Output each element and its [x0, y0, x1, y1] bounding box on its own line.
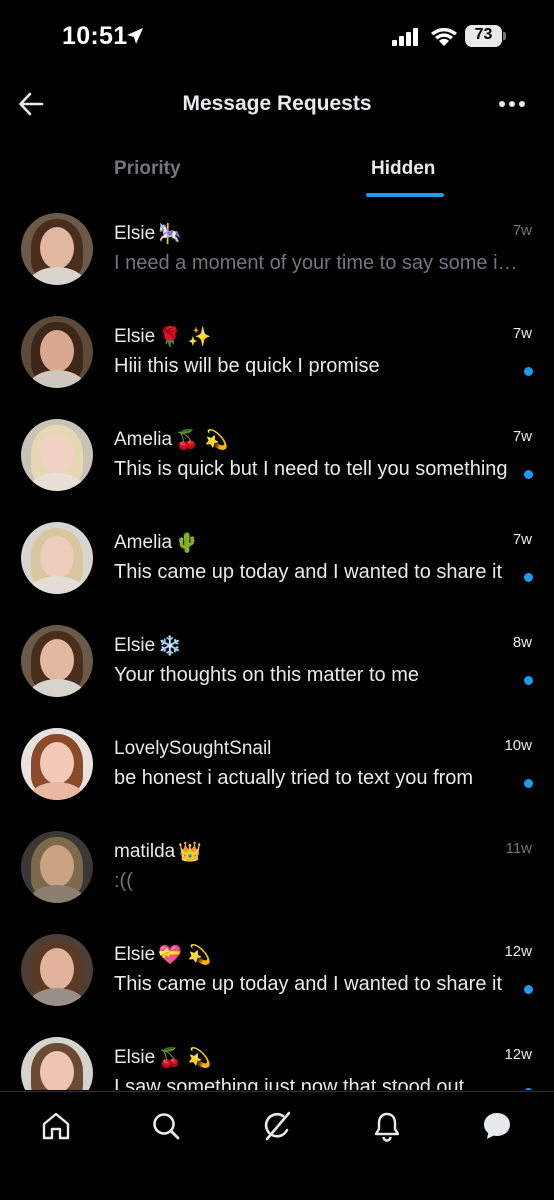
search-icon[interactable] [150, 1110, 182, 1142]
unread-indicator [524, 779, 533, 788]
message-preview: I need a moment of your time to say some… [114, 252, 534, 274]
message-time: 11w [505, 840, 532, 857]
location-arrow-icon [127, 28, 143, 44]
sender-name: Elsie [114, 1047, 156, 1068]
wifi-icon [431, 27, 457, 46]
message-time: 7w [512, 531, 532, 548]
sender-name: Amelia [114, 532, 173, 553]
sender-name: Elsie [114, 635, 156, 656]
tab-hidden[interactable]: Hidden [371, 158, 435, 180]
message-preview: Hiii this will be quick I promise [114, 355, 380, 377]
message-request-list[interactable]: Elsie 🎠 7w I need a moment of your time … [0, 198, 554, 1090]
list-item[interactable]: Amelia 🍒 💫 7w This is quick but I need t… [0, 404, 554, 507]
avatar[interactable] [21, 934, 93, 1006]
page-title: Message Requests [182, 92, 372, 115]
list-item[interactable]: Elsie 🌹 ✨ 7w Hiii this will be quick I p… [0, 301, 554, 404]
message-time: 12w [504, 1046, 532, 1063]
message-time: 7w [512, 428, 532, 445]
home-icon[interactable] [40, 1110, 72, 1142]
sender-name: LovelySoughtSnail [114, 738, 272, 759]
name-emoji: 👑 [178, 840, 202, 863]
sender-name: Elsie [114, 223, 156, 244]
unread-indicator [524, 676, 533, 685]
message-time: 7w [512, 222, 532, 239]
message-preview: :(( [114, 870, 133, 892]
active-tab-indicator [366, 193, 444, 197]
list-item[interactable]: Amelia 🌵 7w This came up today and I wan… [0, 507, 554, 610]
battery-level: 73 [474, 26, 493, 43]
sender-name: matilda [114, 841, 176, 862]
message-preview: Your thoughts on this matter to me [114, 664, 419, 686]
unread-indicator [524, 367, 533, 376]
message-time: 7w [512, 325, 532, 342]
avatar[interactable] [21, 728, 93, 800]
unread-indicator [524, 573, 533, 582]
avatar[interactable] [21, 1037, 93, 1090]
list-item[interactable]: Elsie 🎠 7w I need a moment of your time … [0, 198, 554, 301]
message-time: 12w [504, 943, 532, 960]
name-emoji: 🍒 💫 [175, 428, 229, 451]
sender-name: Elsie [114, 326, 156, 347]
cellular-signal-icon [392, 28, 418, 46]
avatar[interactable] [21, 316, 93, 388]
name-emoji: ❄️ [158, 634, 182, 657]
name-emoji: 💝 💫 [158, 943, 212, 966]
battery-indicator: 73 [465, 25, 507, 47]
list-item[interactable]: LovelySoughtSnail 10w be honest i actual… [0, 713, 554, 816]
sender-name: Elsie [114, 944, 156, 965]
bell-icon[interactable] [371, 1110, 403, 1142]
list-item[interactable]: matilda 👑 11w :(( [0, 816, 554, 919]
message-preview: I saw something just now that stood out [114, 1076, 465, 1090]
list-item[interactable]: Elsie 🍒 💫 12w I saw something just now t… [0, 1022, 554, 1090]
sender-name: Amelia [114, 429, 173, 450]
unread-indicator [524, 470, 533, 479]
avatar[interactable] [21, 522, 93, 594]
message-time: 8w [512, 634, 532, 651]
name-emoji: 🍒 💫 [158, 1046, 212, 1069]
tab-priority[interactable]: Priority [114, 158, 181, 180]
unread-indicator [524, 1088, 533, 1090]
message-preview: This came up today and I wanted to share… [114, 561, 502, 583]
name-emoji: 🌵 [175, 531, 199, 554]
grok-icon[interactable] [261, 1110, 293, 1142]
list-item[interactable]: Elsie ❄️ 8w Your thoughts on this matter… [0, 610, 554, 713]
message-time: 10w [504, 737, 532, 754]
status-bar: 10:51 73 [0, 0, 554, 76]
bottom-navigation [0, 1091, 554, 1200]
name-emoji: 🌹 ✨ [158, 325, 212, 348]
unread-indicator [524, 985, 533, 994]
list-item[interactable]: Elsie 💝 💫 12w This came up today and I w… [0, 919, 554, 1022]
messages-icon[interactable] [481, 1110, 513, 1142]
message-preview: This came up today and I wanted to share… [114, 973, 502, 995]
avatar[interactable] [21, 419, 93, 491]
message-preview: be honest i actually tried to text you f… [114, 767, 474, 789]
status-time: 10:51 [62, 22, 128, 50]
more-options-icon[interactable] [498, 95, 526, 113]
avatar[interactable] [21, 213, 93, 285]
name-emoji: 🎠 [158, 222, 182, 245]
avatar[interactable] [21, 625, 93, 697]
message-preview: This is quick but I need to tell you som… [114, 458, 508, 480]
avatar[interactable] [21, 831, 93, 903]
